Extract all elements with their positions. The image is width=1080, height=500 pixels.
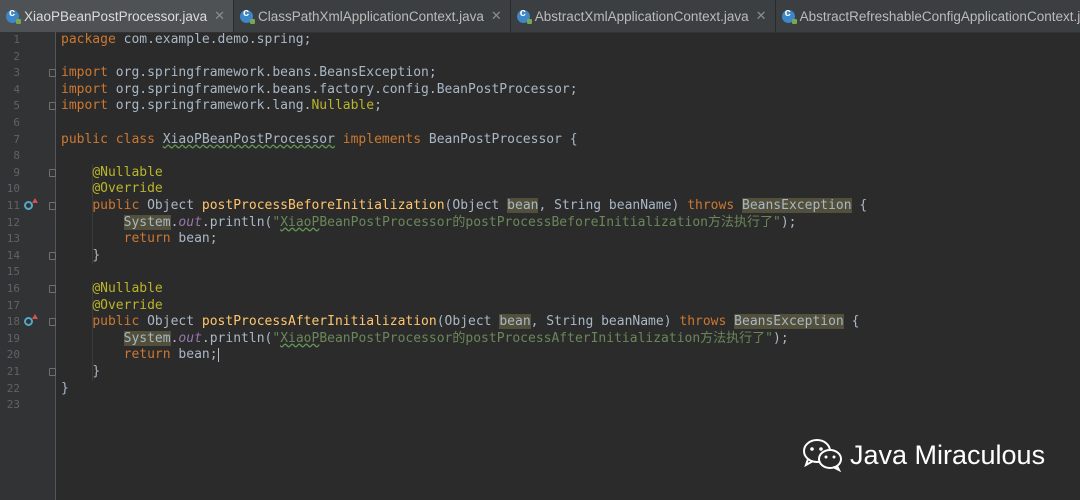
override-method-icon[interactable] — [24, 314, 38, 327]
java-class-icon — [781, 7, 797, 24]
fold-icon[interactable] — [49, 285, 56, 293]
line-number: 19 — [6, 331, 20, 345]
code-line-3: import org.springframework.beans.BeansEx… — [61, 65, 437, 81]
gutter-row: 23 — [0, 397, 55, 414]
fold-icon[interactable] — [49, 202, 56, 210]
gutter-row: 11 — [0, 198, 56, 215]
code-line-10: @Override — [92, 181, 163, 197]
gutter-row: 22 — [0, 381, 55, 398]
java-class-icon — [516, 7, 532, 24]
tab-label: AbstractXmlApplicationContext.java — [534, 8, 749, 24]
line-number: 15 — [6, 265, 20, 279]
tab-abstract-xml-application-context[interactable]: AbstractXmlApplicationContext.java ✕ — [511, 0, 776, 32]
line-number: 22 — [6, 381, 20, 395]
code-line-4: import org.springframework.beans.factory… — [61, 81, 578, 97]
code-line-9: @Nullable — [92, 164, 163, 180]
gutter-row: 19 — [0, 331, 55, 348]
java-class-icon — [240, 7, 256, 24]
line-number: 9 — [13, 165, 20, 179]
watermark: Java Miraculous — [802, 438, 1046, 473]
gutter-row: 2 — [0, 49, 55, 66]
line-number: 6 — [13, 116, 20, 129]
line-number: 23 — [6, 398, 20, 412]
gutter-row: 6 — [0, 115, 55, 132]
gutter-row: 20 — [0, 347, 55, 364]
fold-icon[interactable] — [49, 368, 56, 376]
watermark-text: Java Miraculous — [850, 439, 1046, 470]
close-icon[interactable]: ✕ — [491, 8, 502, 24]
line-number: 18 — [6, 315, 20, 329]
gutter-row: 7 — [0, 132, 55, 149]
line-number: 8 — [13, 149, 20, 163]
gutter-row: 3 — [0, 65, 56, 82]
gutter-row: 12 — [0, 215, 55, 232]
code-line-14: } — [92, 247, 101, 263]
gutter-row: 15 — [0, 264, 55, 281]
gutter-row: 4 — [0, 82, 55, 99]
line-number: 17 — [6, 298, 20, 312]
code-line-16: @Nullable — [92, 281, 163, 296]
tab-label: XiaoPBeanPostProcessor.java — [24, 8, 208, 24]
line-number: 4 — [13, 82, 20, 96]
gutter-row: 5 — [0, 98, 56, 115]
code-line-11: public Object postProcessBeforeInitializ… — [92, 198, 868, 213]
code-editor[interactable]: package com.example.demo.spring; import … — [56, 32, 1080, 500]
close-icon[interactable]: ✕ — [756, 8, 767, 24]
fold-icon[interactable] — [49, 69, 56, 78]
line-number: 2 — [13, 49, 20, 63]
code-line-12: System.out.println("XiaoPBeanPostProcess… — [123, 214, 797, 230]
gutter-row: 9 — [0, 165, 56, 182]
line-number: 21 — [6, 365, 20, 378]
line-number: 10 — [6, 182, 20, 196]
gutter-row: 10 — [0, 181, 55, 198]
line-number: 7 — [13, 132, 20, 146]
tab-abstract-refreshable-config-application-context[interactable]: AbstractRefreshableConfigApplicationCont… — [776, 0, 1080, 32]
line-number: 1 — [13, 33, 20, 46]
code-line-20: return bean; — [123, 347, 219, 363]
code-line-22: } — [61, 380, 69, 396]
gutter-row: 13 — [0, 231, 55, 248]
fold-icon[interactable] — [49, 318, 56, 327]
editor-tab-bar: XiaoPBeanPostProcessor.java ✕ ClassPathX… — [0, 0, 1080, 33]
code-line-7: public class XiaoPBeanPostProcessor impl… — [61, 131, 578, 147]
line-number: 13 — [6, 232, 20, 246]
code-line-19: System.out.println("XiaoPBeanPostProcess… — [123, 330, 789, 346]
gutter-row: 14 — [0, 248, 56, 265]
gutter-row: 18 — [0, 314, 56, 331]
gutter-row: 1 — [0, 32, 55, 49]
tab-class-path-xml-application-context[interactable]: ClassPathXmlApplicationContext.java ✕ — [234, 0, 511, 32]
line-number: 20 — [6, 348, 20, 362]
code-line-17: @Override — [92, 297, 163, 313]
code-line-18: public Object postProcessAfterInitializa… — [92, 314, 860, 330]
line-number: 14 — [6, 248, 20, 262]
line-number: 16 — [6, 282, 20, 295]
tab-label: ClassPathXmlApplicationContext.java — [258, 8, 484, 24]
fold-icon[interactable] — [49, 168, 56, 177]
line-number: 3 — [13, 66, 20, 80]
text-caret — [217, 347, 219, 362]
close-icon[interactable]: ✕ — [214, 8, 225, 24]
code-line-13: return bean; — [123, 231, 218, 247]
line-number: 12 — [6, 215, 20, 229]
wechat-icon — [802, 438, 846, 473]
line-number: 5 — [13, 99, 20, 113]
tab-label: AbstractRefreshableConfigApplicationCont… — [799, 8, 1080, 24]
code-line-1: package com.example.demo.spring; — [61, 32, 312, 47]
code-line-5: import org.springframework.lang.Nullable… — [61, 98, 382, 114]
gutter-row: 16 — [0, 281, 56, 298]
line-number-gutter: 1 2 3 4 5 6 7 8 9 10 11 12 13 14 15 16 1… — [0, 32, 56, 500]
code-line-21: } — [92, 364, 101, 379]
gutter-row: 17 — [0, 298, 55, 315]
gutter-row: 21 — [0, 364, 56, 381]
tab-xiaop-bean-post-processor[interactable]: XiaoPBeanPostProcessor.java ✕ — [0, 0, 235, 32]
line-number: 11 — [6, 199, 20, 212]
override-method-icon[interactable] — [24, 198, 38, 210]
java-class-icon — [6, 7, 21, 24]
gutter-row: 8 — [0, 148, 55, 165]
fold-icon[interactable] — [49, 102, 56, 111]
fold-icon[interactable] — [49, 251, 56, 260]
